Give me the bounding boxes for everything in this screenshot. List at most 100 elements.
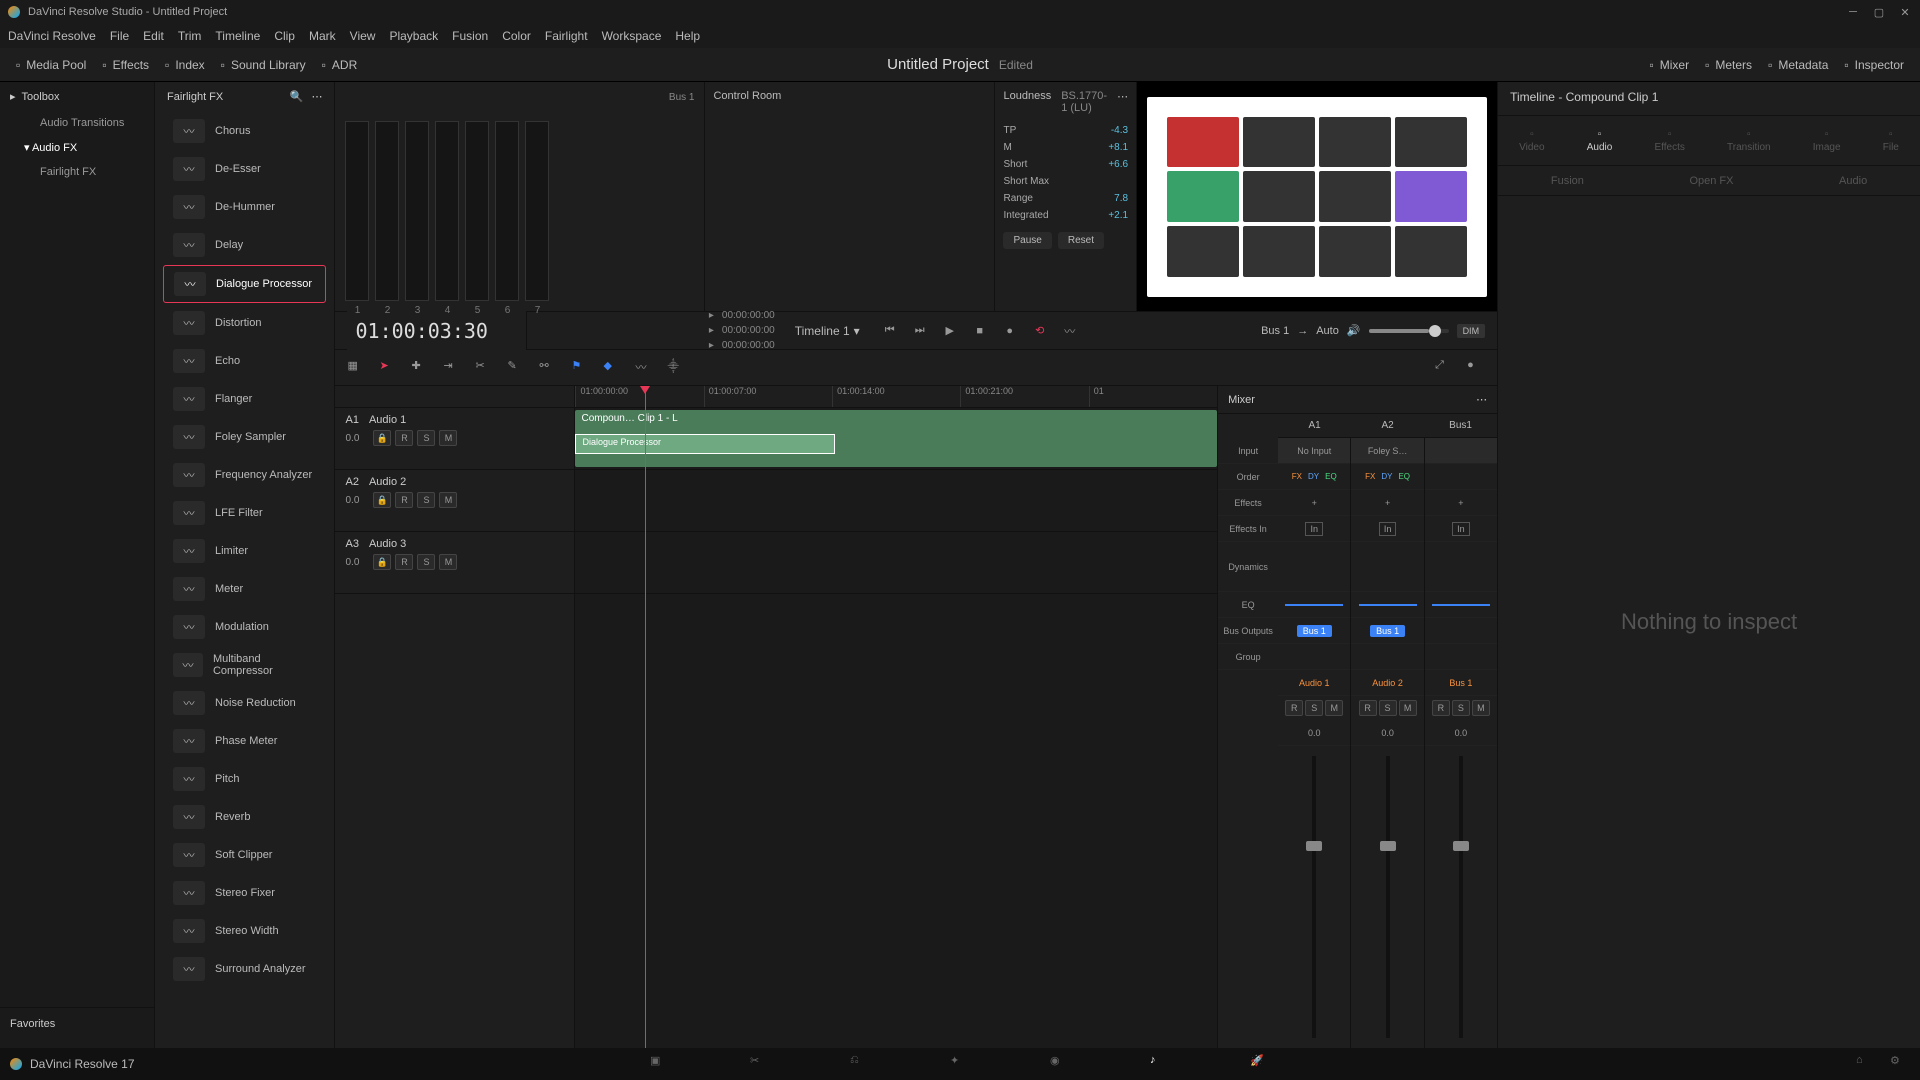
automation-icon[interactable]: 〰	[1060, 321, 1080, 341]
fx-pitch[interactable]: 〰Pitch	[163, 761, 326, 797]
more-icon[interactable]: ●	[1467, 359, 1485, 377]
mute-button[interactable]: M	[439, 430, 457, 446]
marker-icon[interactable]: ◆	[603, 359, 621, 377]
inspector-tab-effects[interactable]: ▫Effects	[1654, 129, 1684, 153]
sound-library-button[interactable]: ▫Sound Library	[213, 54, 314, 76]
solo-button[interactable]: S	[417, 492, 435, 508]
mixer-ch-a1[interactable]: A1	[1278, 414, 1351, 438]
adr-button[interactable]: ▫ADR	[314, 54, 366, 76]
loudness-pause[interactable]: Pause	[1003, 232, 1051, 249]
loudness-reset[interactable]: Reset	[1058, 232, 1104, 249]
link-tool[interactable]: ⚯	[539, 359, 557, 377]
fx-menu-icon[interactable]: ⋯	[311, 90, 322, 103]
record-arm[interactable]: R	[395, 430, 413, 446]
mixer-menu-icon[interactable]: ⋯	[1476, 393, 1487, 406]
fx-distortion[interactable]: 〰Distortion	[163, 305, 326, 341]
fx-stereo-fixer[interactable]: 〰Stereo Fixer	[163, 875, 326, 911]
timeline-view-icon[interactable]: ▦	[347, 359, 365, 377]
close-button[interactable]: ✕	[1898, 5, 1912, 19]
fx-de-esser[interactable]: 〰De-Esser	[163, 151, 326, 187]
menu-mark[interactable]: Mark	[309, 29, 336, 43]
record-arm[interactable]: R	[395, 492, 413, 508]
favorites-header[interactable]: Favorites	[0, 1007, 155, 1040]
inspector-tab-image[interactable]: ▫Image	[1813, 129, 1841, 153]
solo-button[interactable]: S	[417, 554, 435, 570]
viewer[interactable]	[1137, 82, 1497, 311]
stop-button[interactable]: ■	[970, 321, 990, 341]
fx-delay[interactable]: 〰Delay	[163, 227, 326, 263]
fx-flanger[interactable]: 〰Flanger	[163, 381, 326, 417]
minimize-button[interactable]: ─	[1846, 5, 1860, 19]
menu-color[interactable]: Color	[502, 29, 531, 43]
mute-button[interactable]: M	[439, 492, 457, 508]
menu-help[interactable]: Help	[675, 29, 700, 43]
s-button[interactable]: S	[1379, 700, 1397, 716]
fader[interactable]	[1459, 756, 1463, 1038]
menu-file[interactable]: File	[110, 29, 129, 43]
loudness-standard[interactable]: BS.1770-1 (LU)	[1061, 90, 1107, 114]
fx-phase-meter[interactable]: 〰Phase Meter	[163, 723, 326, 759]
mixer-channel-a1[interactable]: No InputFXDYEQ+InBus 1Audio 1RSM0.0	[1278, 438, 1351, 1048]
bus-label[interactable]: Bus 1	[1261, 325, 1289, 337]
deliver-page-icon[interactable]: 🚀	[1250, 1054, 1270, 1074]
tc-marker-1[interactable]: ▸00:00:00:00	[709, 325, 775, 336]
clip-effect-badge[interactable]: Dialogue Processor	[575, 434, 835, 454]
track-header-a2[interactable]: A2Audio 20.0🔒RSM	[335, 470, 574, 532]
fx-surround-analyzer[interactable]: 〰Surround Analyzer	[163, 951, 326, 987]
menu-edit[interactable]: Edit	[143, 29, 164, 43]
menu-trim[interactable]: Trim	[178, 29, 202, 43]
mixer-button[interactable]: ▫Mixer	[1642, 54, 1698, 76]
mute-button[interactable]: M	[439, 554, 457, 570]
m-button[interactable]: M	[1472, 700, 1490, 716]
record-button[interactable]: ●	[1000, 321, 1020, 341]
fx-de-hummer[interactable]: 〰De-Hummer	[163, 189, 326, 225]
menu-fairlight[interactable]: Fairlight	[545, 29, 588, 43]
media-page-icon[interactable]: ▣	[650, 1054, 670, 1074]
metadata-button[interactable]: ▫Metadata	[1760, 54, 1836, 76]
track-lane-a2[interactable]	[575, 470, 1217, 532]
play-button[interactable]: ▶	[940, 321, 960, 341]
search-icon[interactable]: 🔍	[290, 90, 304, 103]
snap-icon[interactable]: ⸎	[667, 359, 685, 377]
fairlight-page-icon[interactable]: ♪	[1150, 1054, 1170, 1074]
r-button[interactable]: R	[1432, 700, 1450, 716]
settings-icon[interactable]: ⚙	[1890, 1054, 1910, 1074]
menu-playback[interactable]: Playback	[389, 29, 438, 43]
record-arm[interactable]: R	[395, 554, 413, 570]
r-button[interactable]: R	[1285, 700, 1303, 716]
track-lane-a3[interactable]	[575, 532, 1217, 594]
main-timecode[interactable]: 01:00:03:30	[355, 319, 518, 343]
tc-marker-0[interactable]: ▸00:00:00:00	[709, 310, 775, 321]
pencil-tool[interactable]: ✎	[507, 359, 525, 377]
fx-dialogue-processor[interactable]: 〰Dialogue Processor	[163, 265, 326, 303]
fader[interactable]	[1386, 756, 1390, 1038]
s-button[interactable]: S	[1305, 700, 1323, 716]
mixer-ch-a2[interactable]: A2	[1351, 414, 1424, 438]
toolbox-fairlight-fx[interactable]: Fairlight FX	[0, 160, 154, 184]
prev-button[interactable]: ⏮	[880, 321, 900, 341]
next-button[interactable]: ⏭	[910, 321, 930, 341]
ruler-tick[interactable]: 01:00:21:00	[960, 386, 1088, 407]
fx-echo[interactable]: 〰Echo	[163, 343, 326, 379]
index-button[interactable]: ▫Index	[157, 54, 213, 76]
mixer-channel-bus1[interactable]: +InBus 1RSM0.0	[1425, 438, 1497, 1048]
waveform-icon[interactable]: 〰	[635, 359, 653, 377]
menu-fusion[interactable]: Fusion	[452, 29, 488, 43]
track-header-a3[interactable]: A3Audio 30.0🔒RSM	[335, 532, 574, 594]
menu-timeline[interactable]: Timeline	[215, 29, 260, 43]
toolbox-audio-fx[interactable]: ▾ Audio FX	[0, 135, 154, 160]
cut-page-icon[interactable]: ✂	[750, 1054, 770, 1074]
meters-button[interactable]: ▫Meters	[1697, 54, 1760, 76]
menu-davinci-resolve[interactable]: DaVinci Resolve	[8, 29, 96, 43]
fx-modulation[interactable]: 〰Modulation	[163, 609, 326, 645]
fusion-page-icon[interactable]: ✦	[950, 1054, 970, 1074]
track-header-a1[interactable]: A1Audio 10.0🔒RSM	[335, 408, 574, 470]
fx-multiband-compressor[interactable]: 〰Multiband Compressor	[163, 647, 326, 683]
loudness-menu-icon[interactable]: ⋯	[1117, 90, 1128, 114]
media-pool-button[interactable]: ▫Media Pool	[8, 54, 94, 76]
lock-icon[interactable]: 🔒	[373, 492, 391, 508]
toolbox-audio-transitions[interactable]: Audio Transitions	[0, 111, 154, 135]
maximize-button[interactable]: ▢	[1872, 5, 1886, 19]
inspector-subtab-audio[interactable]: Audio	[1839, 175, 1867, 187]
inspector-tab-video[interactable]: ▫Video	[1519, 129, 1544, 153]
